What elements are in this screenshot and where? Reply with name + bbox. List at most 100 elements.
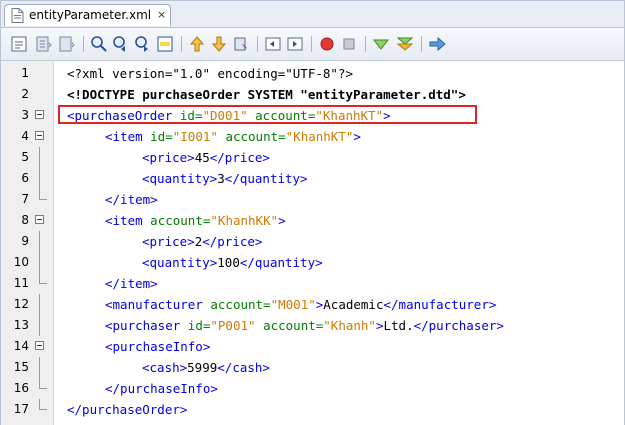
code-line: 1 <?xml version="1.0" encoding="UTF-8"?> bbox=[1, 63, 624, 84]
element-text: 45 bbox=[194, 150, 210, 165]
tag-name: <quantity> bbox=[142, 255, 218, 270]
line-number: 13 bbox=[13, 318, 29, 332]
attribute-value: "KhanhKT" bbox=[285, 129, 354, 144]
element-text: 5999 bbox=[187, 360, 218, 375]
purchaser-element: <purchaser id="P001" account="Khanh">Ltd… bbox=[105, 315, 504, 336]
record-macro-icon[interactable] bbox=[317, 34, 337, 54]
line-number: 2 bbox=[21, 87, 29, 101]
tag-name: <item bbox=[105, 129, 143, 144]
tag-name: </manufacturer> bbox=[383, 297, 497, 312]
shift-left-icon[interactable] bbox=[263, 34, 283, 54]
shift-right-icon[interactable] bbox=[285, 34, 305, 54]
fold-guide bbox=[39, 315, 40, 336]
fold-collapse-icon[interactable] bbox=[35, 131, 44, 140]
tag-name: </purchaser> bbox=[413, 318, 504, 333]
find-previous-icon[interactable] bbox=[111, 34, 131, 54]
tag-name: </price> bbox=[202, 234, 263, 249]
code-line: 9 <price>2</price> bbox=[1, 231, 624, 252]
line-number: 10 bbox=[13, 255, 29, 269]
tag-name: <quantity> bbox=[142, 171, 218, 186]
tab-title: entityParameter.xml bbox=[29, 8, 152, 22]
doctype-declaration: <!DOCTYPE purchaseOrder SYSTEM "entityPa… bbox=[67, 87, 466, 102]
line-number: 17 bbox=[13, 402, 29, 416]
highlight-annotation-box bbox=[58, 105, 477, 124]
code-line: 15 <cash>5999</cash> bbox=[1, 357, 624, 378]
price-element: <price>45</price> bbox=[142, 147, 270, 168]
previous-bookmark-icon[interactable] bbox=[187, 34, 207, 54]
tag-name: <price> bbox=[142, 150, 195, 165]
next-bookmark-icon[interactable] bbox=[209, 34, 229, 54]
attribute-value: "I001" bbox=[172, 129, 218, 144]
validate-xml-icon[interactable] bbox=[395, 34, 415, 54]
close-icon[interactable]: × bbox=[157, 8, 166, 21]
toggle-bookmark-icon[interactable] bbox=[231, 34, 251, 54]
run-xslt-icon[interactable] bbox=[427, 34, 447, 54]
code-line: 6 <quantity>3</quantity> bbox=[1, 168, 624, 189]
purchaseinfo-close-tag: </purchaseInfo> bbox=[105, 381, 218, 396]
line-number: 7 bbox=[21, 192, 29, 206]
toolbar-separator bbox=[421, 36, 422, 52]
tag-name: </price> bbox=[209, 150, 270, 165]
code-line: 17 </purchaseOrder> bbox=[1, 399, 624, 420]
forward-icon[interactable] bbox=[57, 34, 77, 54]
attribute-name: account= bbox=[225, 129, 286, 144]
tag-name: <cash> bbox=[142, 360, 188, 375]
item-close-tag: </item> bbox=[105, 192, 158, 207]
item-open-tag: <item id="I001" account="KhanhKT"> bbox=[105, 126, 361, 147]
toolbar-separator bbox=[181, 36, 182, 52]
back-icon[interactable] bbox=[9, 34, 29, 54]
line-number: 14 bbox=[13, 339, 29, 353]
code-editor[interactable]: 1 <?xml version="1.0" encoding="UTF-8"?>… bbox=[1, 61, 624, 425]
tab-entityparameter[interactable]: entityParameter.xml × bbox=[4, 4, 171, 26]
code-line: 5 <price>45</price> bbox=[1, 147, 624, 168]
manufacturer-element: <manufacturer account="M001">Academic</m… bbox=[105, 294, 496, 315]
fold-end-marker bbox=[39, 399, 47, 410]
stop-macro-icon[interactable] bbox=[339, 34, 359, 54]
fold-collapse-icon[interactable] bbox=[35, 215, 44, 224]
xml-file-icon bbox=[11, 8, 24, 23]
fold-collapse-icon[interactable] bbox=[35, 110, 44, 119]
toolbar-separator bbox=[257, 36, 258, 52]
toggle-highlight-icon[interactable] bbox=[155, 34, 175, 54]
code-line: 13 <purchaser id="P001" account="Khanh">… bbox=[1, 315, 624, 336]
line-number: 11 bbox=[13, 276, 29, 290]
toolbar-separator bbox=[311, 36, 312, 52]
attribute-value: "KhanhKK" bbox=[210, 213, 279, 228]
line-number: 3 bbox=[21, 108, 29, 122]
find-icon[interactable] bbox=[89, 34, 109, 54]
code-line: 4 <item id="I001" account="KhanhKT"> bbox=[1, 126, 624, 147]
tag-name: <manufacturer bbox=[105, 297, 203, 312]
toolbar-separator bbox=[365, 36, 366, 52]
line-number: 12 bbox=[13, 297, 29, 311]
attribute-value: "M001" bbox=[270, 297, 316, 312]
attribute-name: account= bbox=[263, 318, 324, 333]
editor-window: entityParameter.xml × 1 <?xml version="1… bbox=[0, 0, 625, 425]
fold-end-marker bbox=[39, 273, 47, 284]
check-xml-icon[interactable] bbox=[371, 34, 391, 54]
find-next-icon[interactable] bbox=[133, 34, 153, 54]
tab-bar: entityParameter.xml × bbox=[1, 1, 624, 28]
fold-guide bbox=[39, 294, 40, 315]
tag-name: <item bbox=[105, 213, 143, 228]
tag-name: <price> bbox=[142, 234, 195, 249]
tag-bracket: > bbox=[353, 129, 361, 144]
fold-guide bbox=[39, 357, 40, 378]
element-text: 3 bbox=[217, 171, 225, 186]
source-history-icon[interactable] bbox=[33, 34, 53, 54]
line-number: 15 bbox=[13, 360, 29, 374]
fold-collapse-icon[interactable] bbox=[35, 341, 44, 350]
cash-element: <cash>5999</cash> bbox=[142, 357, 270, 378]
tag-bracket: > bbox=[375, 318, 384, 333]
line-number: 1 bbox=[21, 66, 29, 80]
code-line: 12 <manufacturer account="M001">Academic… bbox=[1, 294, 624, 315]
fold-end-marker bbox=[39, 378, 47, 389]
line-number: 16 bbox=[13, 381, 29, 395]
fold-end-marker bbox=[39, 189, 47, 200]
line-number: 4 bbox=[21, 129, 29, 143]
attribute-value: "Khanh" bbox=[323, 318, 376, 333]
fold-guide bbox=[39, 231, 40, 252]
quantity-element: <quantity>100</quantity> bbox=[142, 252, 323, 273]
tag-name: <purchaser bbox=[105, 318, 181, 333]
toolbar-separator bbox=[83, 36, 84, 52]
tag-name: </cash> bbox=[217, 360, 270, 375]
